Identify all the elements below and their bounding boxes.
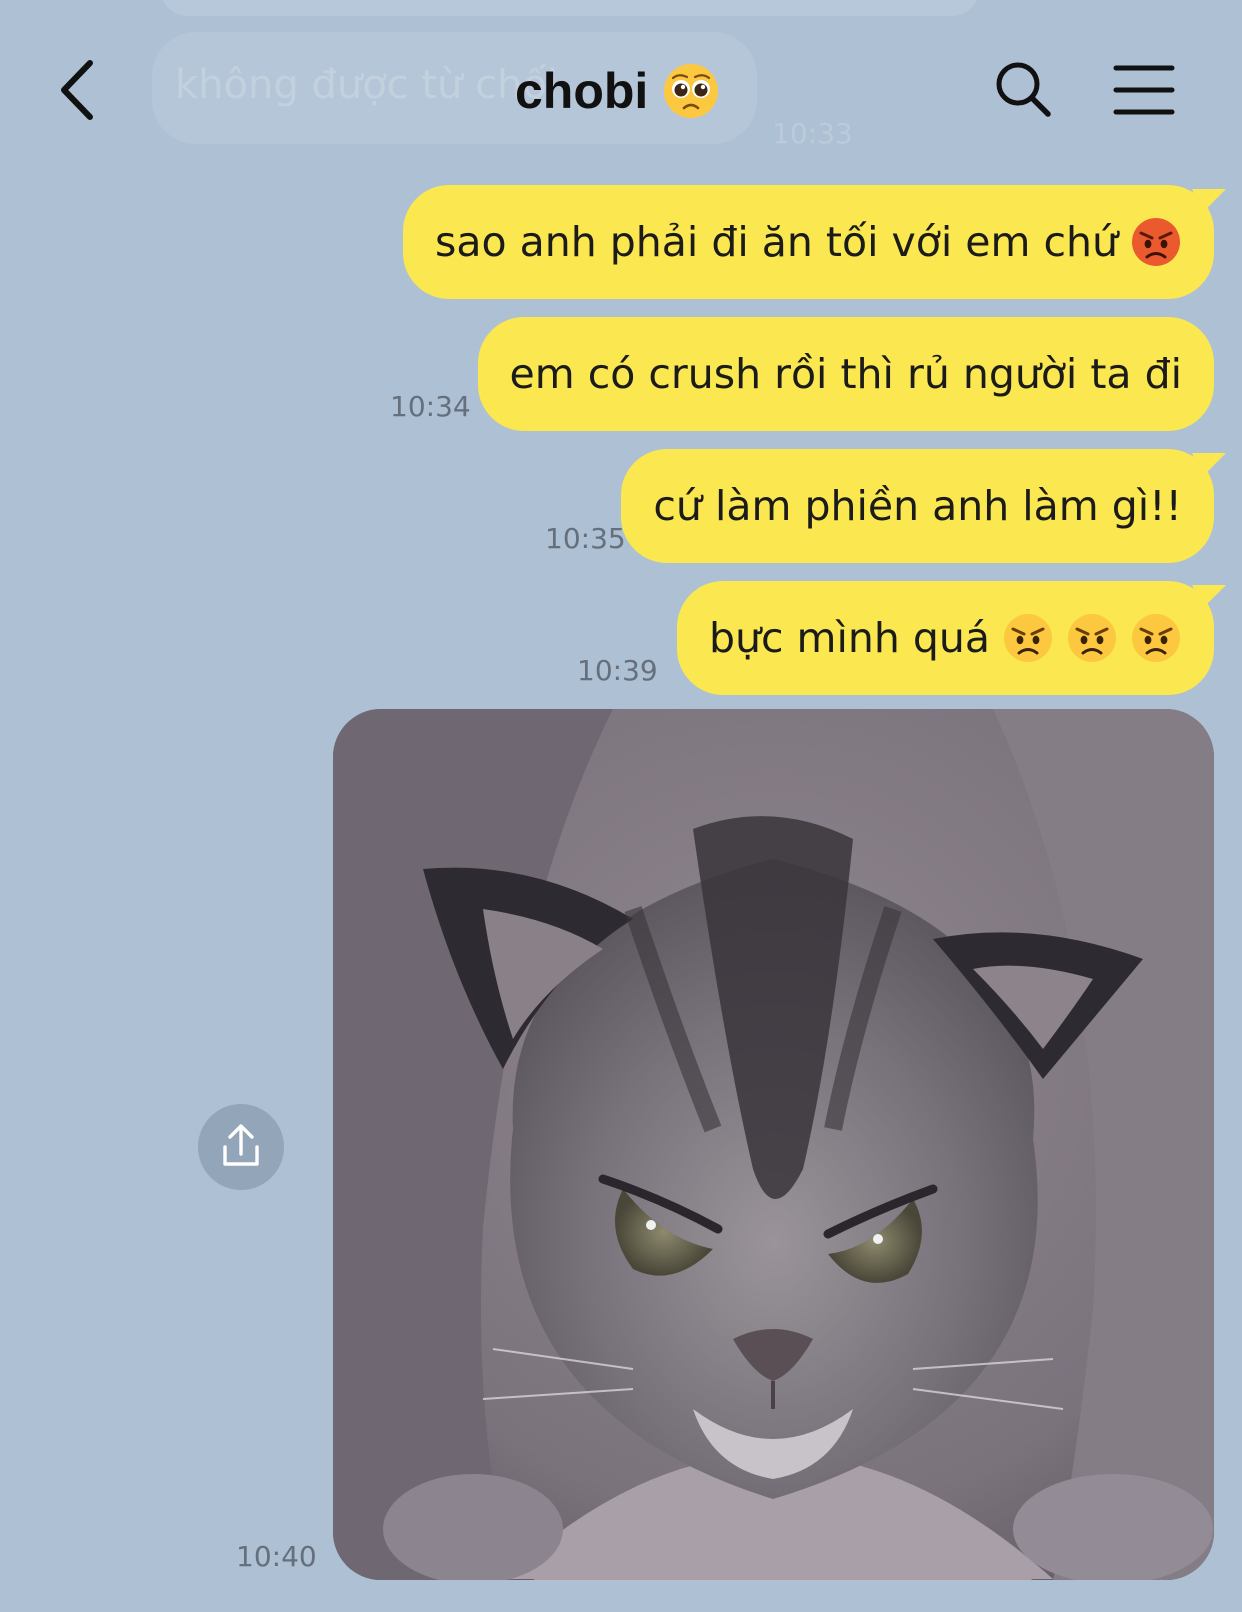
message-text: cứ làm phiền anh làm gì!! (653, 482, 1182, 530)
angry-face-emoji-icon (1068, 614, 1116, 662)
message-timestamp: 10:40 (236, 1540, 317, 1573)
pouting-face-emoji-icon (1132, 218, 1180, 266)
menu-button[interactable] (1112, 62, 1176, 118)
outgoing-message-bubble[interactable]: bực mình quá (676, 581, 1214, 695)
search-icon (996, 62, 1051, 117)
outgoing-message-bubble[interactable]: em có crush rồi thì rủ người ta đi (477, 317, 1214, 431)
grumpy-kitten-photo (333, 709, 1214, 1580)
angry-face-emoji-icon (1132, 614, 1180, 662)
message-text: sao anh phải đi ăn tối với em chứ (435, 218, 1118, 266)
hamburger-menu-icon (1113, 65, 1175, 115)
message-timestamp: 10:35 (545, 522, 626, 555)
message-timestamp: 10:39 (577, 654, 658, 687)
share-button[interactable] (198, 1104, 284, 1190)
outgoing-message-bubble[interactable]: cứ làm phiền anh làm gì!! (621, 449, 1214, 563)
chat-header: chobi (0, 0, 1242, 180)
chat-title-text: chobi (515, 63, 649, 119)
outgoing-message-bubble[interactable]: sao anh phải đi ăn tối với em chứ (403, 185, 1214, 299)
chat-title: chobi (515, 56, 720, 126)
share-upload-icon (223, 1124, 259, 1166)
photo-message[interactable] (333, 709, 1214, 1580)
angry-face-emoji-icon (1004, 614, 1052, 662)
search-button[interactable] (992, 58, 1056, 122)
pleading-face-emoji-icon (664, 64, 719, 118)
back-button[interactable] (50, 55, 110, 125)
message-text: em có crush rồi thì rủ người ta đi (509, 350, 1183, 398)
message-text: bực mình quá (708, 614, 990, 662)
chevron-left-icon (61, 60, 93, 120)
message-timestamp: 10:34 (390, 390, 471, 423)
